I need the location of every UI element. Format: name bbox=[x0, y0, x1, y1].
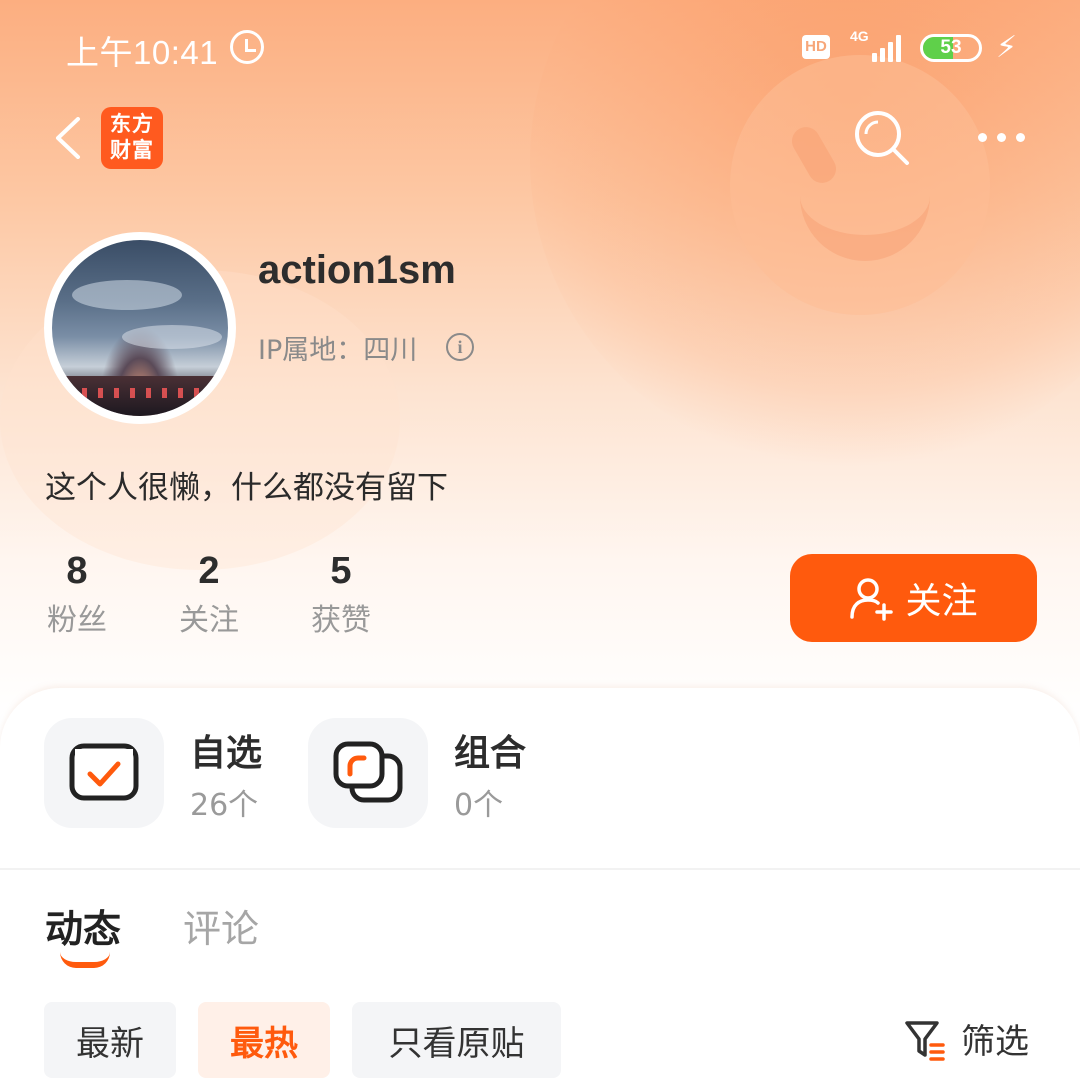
avatar[interactable] bbox=[44, 232, 236, 424]
alarm-icon bbox=[230, 30, 264, 64]
stat-value: 5 bbox=[330, 550, 352, 592]
brand-logo-line1: 东方 bbox=[110, 112, 154, 136]
search-icon bbox=[855, 111, 909, 165]
feature-count: 0个 bbox=[454, 788, 504, 823]
add-user-icon bbox=[850, 578, 894, 621]
hd-icon: HD bbox=[802, 35, 830, 59]
network-type: 4G bbox=[850, 28, 869, 44]
follow-button-label: 关注 bbox=[905, 581, 978, 622]
filter-chip-original[interactable]: 只看原贴 bbox=[352, 1002, 561, 1078]
layers-icon bbox=[333, 741, 403, 803]
tab-posts[interactable]: 动态 bbox=[45, 898, 121, 953]
filter-icon bbox=[905, 1020, 945, 1061]
stat-likes[interactable]: 5 获赞 bbox=[296, 550, 386, 639]
stat-label: 关注 bbox=[179, 603, 239, 638]
stat-value: 8 bbox=[66, 550, 88, 592]
feature-icon-box bbox=[44, 718, 164, 828]
back-button[interactable] bbox=[50, 117, 92, 159]
chevron-left-icon bbox=[56, 117, 80, 159]
more-button[interactable] bbox=[976, 130, 1028, 144]
feature-title: 自选 bbox=[190, 733, 263, 774]
filter-chip-hot[interactable]: 最热 bbox=[198, 1002, 330, 1078]
ip-location: IP属地：四川 bbox=[258, 335, 418, 366]
battery-percent: 53 bbox=[940, 37, 962, 58]
filter-button-label: 筛选 bbox=[961, 1022, 1029, 1062]
stat-value: 2 bbox=[198, 550, 220, 592]
divider bbox=[0, 868, 1080, 870]
brand-logo-line2: 财富 bbox=[110, 138, 154, 162]
checkbox-icon bbox=[69, 743, 139, 801]
filter-button[interactable]: 筛选 bbox=[903, 1014, 1029, 1063]
brand-logo: 东方 财富 bbox=[101, 107, 163, 169]
bio: 这个人很懒，什么都没有留下 bbox=[45, 470, 448, 506]
battery-icon: 53 bbox=[920, 34, 982, 62]
feature-icon-box bbox=[308, 718, 428, 828]
charging-icon: ⚡ bbox=[996, 30, 1018, 65]
status-time: 上午10:41 bbox=[66, 34, 219, 71]
stat-followers[interactable]: 8 粉丝 bbox=[32, 550, 122, 639]
feature-title: 组合 bbox=[454, 733, 527, 774]
info-icon[interactable]: i bbox=[446, 333, 474, 361]
search-button[interactable] bbox=[852, 108, 912, 168]
status-bar: 上午10:41 HD 4G 53 ⚡ bbox=[0, 0, 1080, 96]
stat-following[interactable]: 2 关注 bbox=[164, 550, 254, 639]
feature-count: 26个 bbox=[190, 788, 259, 823]
filter-chip-latest[interactable]: 最新 bbox=[44, 1002, 176, 1078]
username: action1sm bbox=[258, 248, 456, 292]
stat-label: 粉丝 bbox=[47, 603, 107, 638]
signal-icon bbox=[868, 32, 904, 62]
stat-label: 获赞 bbox=[311, 603, 371, 638]
tab-comments[interactable]: 评论 bbox=[183, 898, 259, 953]
follow-button[interactable]: 关注 bbox=[790, 554, 1037, 642]
